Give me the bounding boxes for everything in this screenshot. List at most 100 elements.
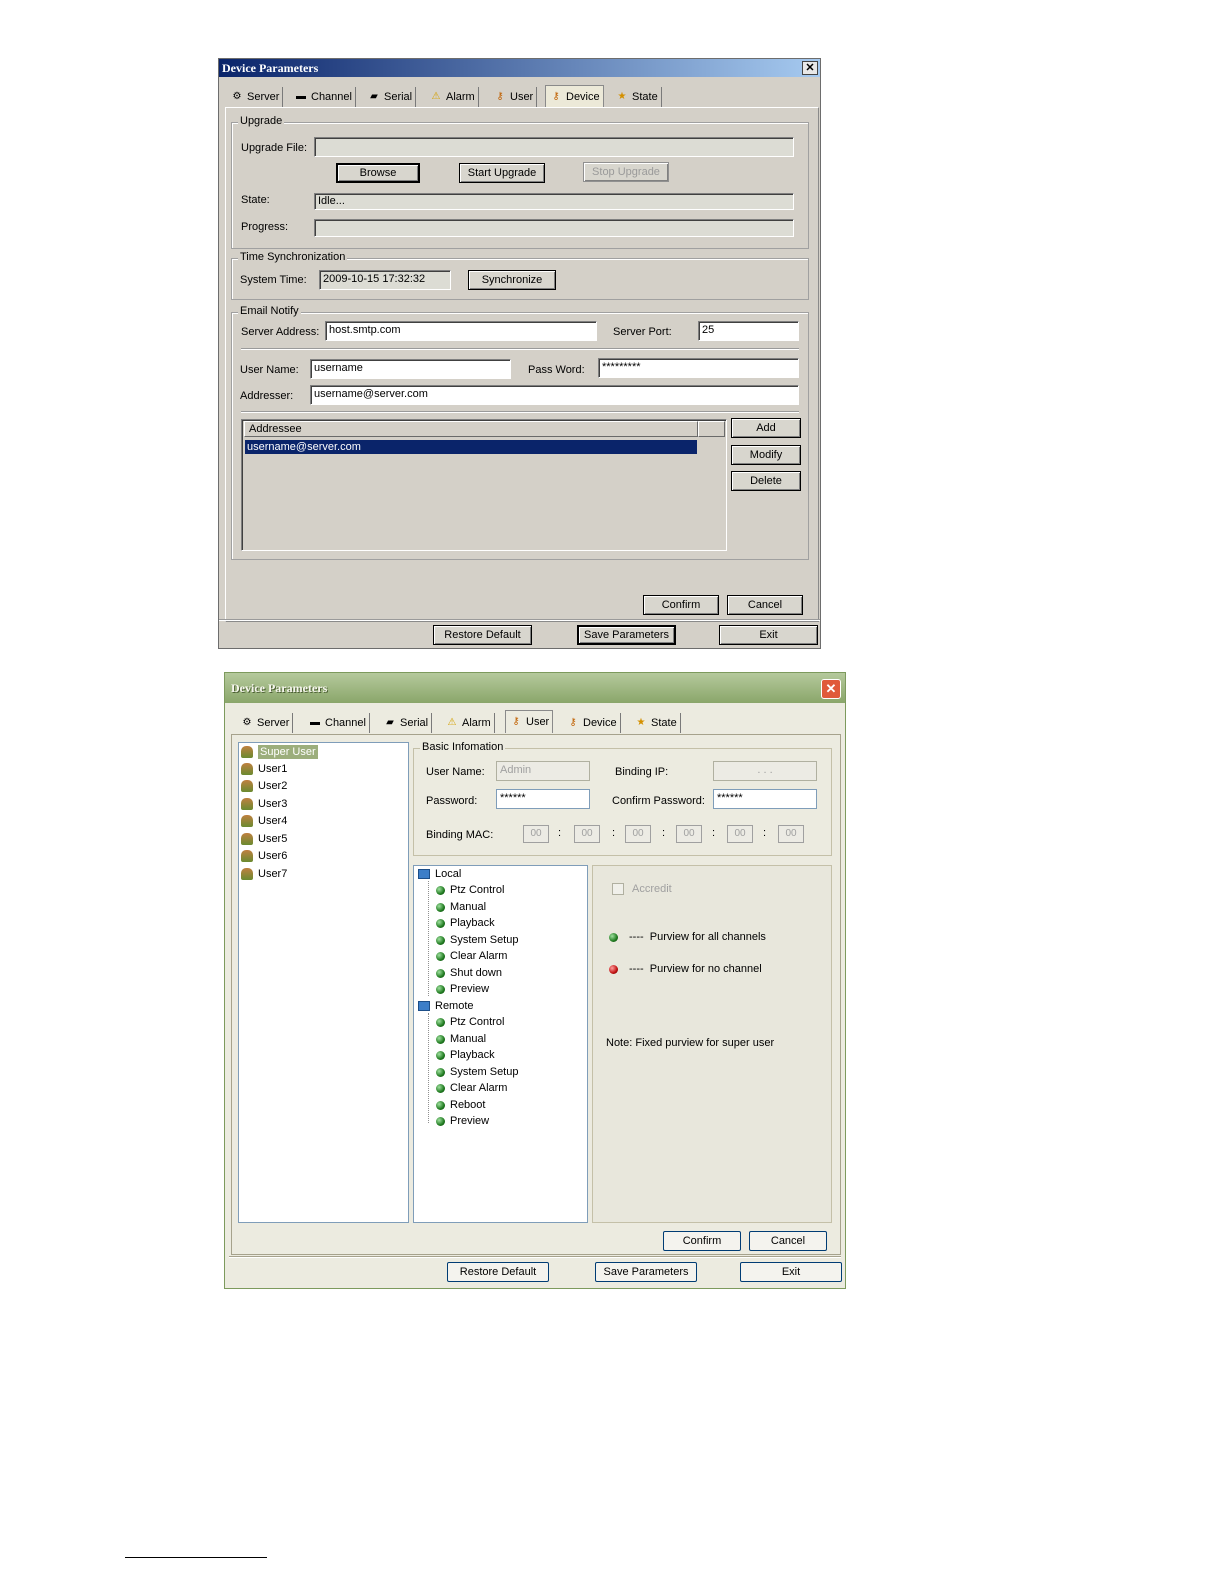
- tab-serial[interactable]: ▰ Serial: [380, 713, 433, 733]
- tree-node-local[interactable]: Local: [418, 868, 461, 880]
- tab-alarm[interactable]: ⚠ Alarm: [442, 713, 495, 733]
- tree-item-remote-reboot[interactable]: Reboot: [436, 1099, 485, 1111]
- list-item[interactable]: username@server.com: [245, 440, 697, 454]
- tree-item-local-clear-alarm[interactable]: Clear Alarm: [436, 950, 507, 962]
- tree-item-local-ptz-control[interactable]: Ptz Control: [436, 884, 504, 896]
- confirm-password-input[interactable]: ******: [713, 789, 817, 809]
- state-label: State:: [241, 194, 270, 206]
- tree-item-remote-system-setup[interactable]: System Setup: [436, 1066, 518, 1078]
- window-title-bar[interactable]: Device Parameters: [225, 673, 845, 703]
- addressee-column-header[interactable]: Addressee: [244, 421, 698, 437]
- save-parameters-button[interactable]: Save Parameters: [577, 625, 676, 645]
- list-item-user2[interactable]: User2: [241, 780, 287, 792]
- list-item-user7[interactable]: User7: [241, 868, 287, 880]
- server-address-label: Server Address:: [241, 326, 320, 338]
- green-dot-icon: [436, 968, 445, 978]
- server-address-input[interactable]: host.smtp.com: [325, 321, 597, 341]
- accredit-checkbox[interactable]: Accredit: [612, 883, 672, 895]
- user-name-label: User Name:: [426, 766, 485, 778]
- tab-channel[interactable]: ▬ Channel: [291, 87, 356, 107]
- modify-button[interactable]: Modify: [731, 445, 801, 465]
- tree-item-remote-ptz-control[interactable]: Ptz Control: [436, 1016, 504, 1028]
- green-dot-icon: [436, 984, 445, 994]
- save-parameters-button[interactable]: Save Parameters: [595, 1262, 697, 1282]
- green-dot-icon: [436, 935, 445, 945]
- window-title-bar[interactable]: Device Parameters: [219, 59, 820, 77]
- exit-button[interactable]: Exit: [740, 1262, 842, 1282]
- tab-server[interactable]: ⚙ Server: [237, 713, 294, 733]
- browse-button[interactable]: Browse: [336, 163, 420, 183]
- list-item-user4[interactable]: User4: [241, 815, 287, 827]
- progress-label: Progress:: [241, 221, 289, 233]
- user-name-input: Admin: [496, 761, 590, 781]
- tree-item-local-preview[interactable]: Preview: [436, 983, 489, 995]
- tree-item-local-manual[interactable]: Manual: [436, 901, 486, 913]
- tree-item-local-system-setup[interactable]: System Setup: [436, 934, 518, 946]
- key-icon: ⚷: [552, 91, 560, 102]
- green-dot-icon: [436, 1083, 445, 1093]
- user-name-input[interactable]: username: [310, 359, 511, 379]
- green-dot-icon: [436, 1034, 445, 1044]
- tree-item-local-shut-down[interactable]: Shut down: [436, 967, 502, 979]
- green-dot-icon: [609, 932, 618, 942]
- key-icon: ⚷: [569, 717, 577, 728]
- mac-octet-6: 00: [778, 825, 804, 843]
- tab-channel[interactable]: ▬ Channel: [305, 713, 370, 733]
- tree-node-remote[interactable]: Remote: [418, 1000, 474, 1012]
- delete-button[interactable]: Delete: [731, 471, 801, 491]
- confirm-button[interactable]: Confirm: [643, 595, 719, 615]
- restore-default-button[interactable]: Restore Default: [447, 1262, 549, 1282]
- list-item-user3[interactable]: User3: [241, 798, 287, 810]
- tree-item-local-playback[interactable]: Playback: [436, 917, 495, 929]
- binding-ip-input: . . .: [713, 761, 817, 781]
- upgrade-file-label: Upgrade File:: [241, 142, 308, 154]
- server-port-input[interactable]: 25: [698, 321, 799, 341]
- tab-device[interactable]: ⚷ Device: [563, 713, 621, 733]
- green-dot-icon: [436, 1116, 445, 1126]
- purview-note: Note: Fixed purview for super user: [606, 1037, 775, 1049]
- confirm-button[interactable]: Confirm: [663, 1231, 741, 1251]
- close-icon[interactable]: ✕: [821, 679, 841, 699]
- tab-state[interactable]: ★ State: [612, 87, 662, 107]
- tab-alarm[interactable]: ⚠ Alarm: [426, 87, 479, 107]
- list-item-super-user[interactable]: Super User: [241, 745, 318, 759]
- tree-item-remote-playback[interactable]: Playback: [436, 1049, 495, 1061]
- device-parameters-window-device: Device Parameters ✕ ⚙ Server ▬ Channel ▰ Se…: [218, 58, 821, 649]
- tab-device[interactable]: ⚷ Device: [545, 85, 604, 108]
- green-dot-icon: [436, 918, 445, 928]
- addressee-list[interactable]: Addressee username@server.com: [241, 419, 727, 551]
- add-button[interactable]: Add: [731, 418, 801, 438]
- restore-default-button[interactable]: Restore Default: [433, 625, 532, 645]
- key-icon: ⚷: [512, 716, 520, 727]
- tree-item-remote-manual[interactable]: Manual: [436, 1033, 486, 1045]
- mac-separator: :: [763, 827, 767, 839]
- password-label: Pass Word:: [528, 364, 585, 376]
- tab-state[interactable]: ★ State: [631, 713, 681, 733]
- cancel-button[interactable]: Cancel: [749, 1231, 827, 1251]
- password-input[interactable]: ******: [496, 789, 590, 809]
- tab-serial[interactable]: ▰ Serial: [364, 87, 417, 107]
- addresser-input[interactable]: username@server.com: [310, 385, 799, 405]
- red-dot-icon: [609, 964, 618, 974]
- mac-separator: :: [662, 827, 666, 839]
- cancel-button[interactable]: Cancel: [727, 595, 803, 615]
- star-icon: ★: [636, 717, 646, 728]
- list-item-user5[interactable]: User5: [241, 833, 287, 845]
- system-time-field: 2009-10-15 17:32:32: [319, 270, 451, 290]
- tree-item-remote-clear-alarm[interactable]: Clear Alarm: [436, 1082, 507, 1094]
- list-item-user6[interactable]: User6: [241, 850, 287, 862]
- user-icon: [241, 833, 253, 845]
- exit-button[interactable]: Exit: [719, 625, 818, 645]
- synchronize-button[interactable]: Synchronize: [468, 270, 556, 290]
- password-input[interactable]: *********: [598, 358, 799, 378]
- tree-item-remote-preview[interactable]: Preview: [436, 1115, 489, 1127]
- close-icon[interactable]: ✕: [802, 61, 818, 75]
- stop-upgrade-button[interactable]: Stop Upgrade: [583, 162, 669, 182]
- checkbox-icon: [612, 883, 624, 895]
- list-item-user1[interactable]: User1: [241, 763, 287, 775]
- tab-server[interactable]: ⚙ Server: [227, 87, 284, 107]
- upgrade-file-field[interactable]: [314, 137, 794, 157]
- tab-user[interactable]: ⚷ User: [505, 710, 554, 733]
- tab-user[interactable]: ⚷ User: [490, 87, 538, 107]
- start-upgrade-button[interactable]: Start Upgrade: [459, 163, 545, 183]
